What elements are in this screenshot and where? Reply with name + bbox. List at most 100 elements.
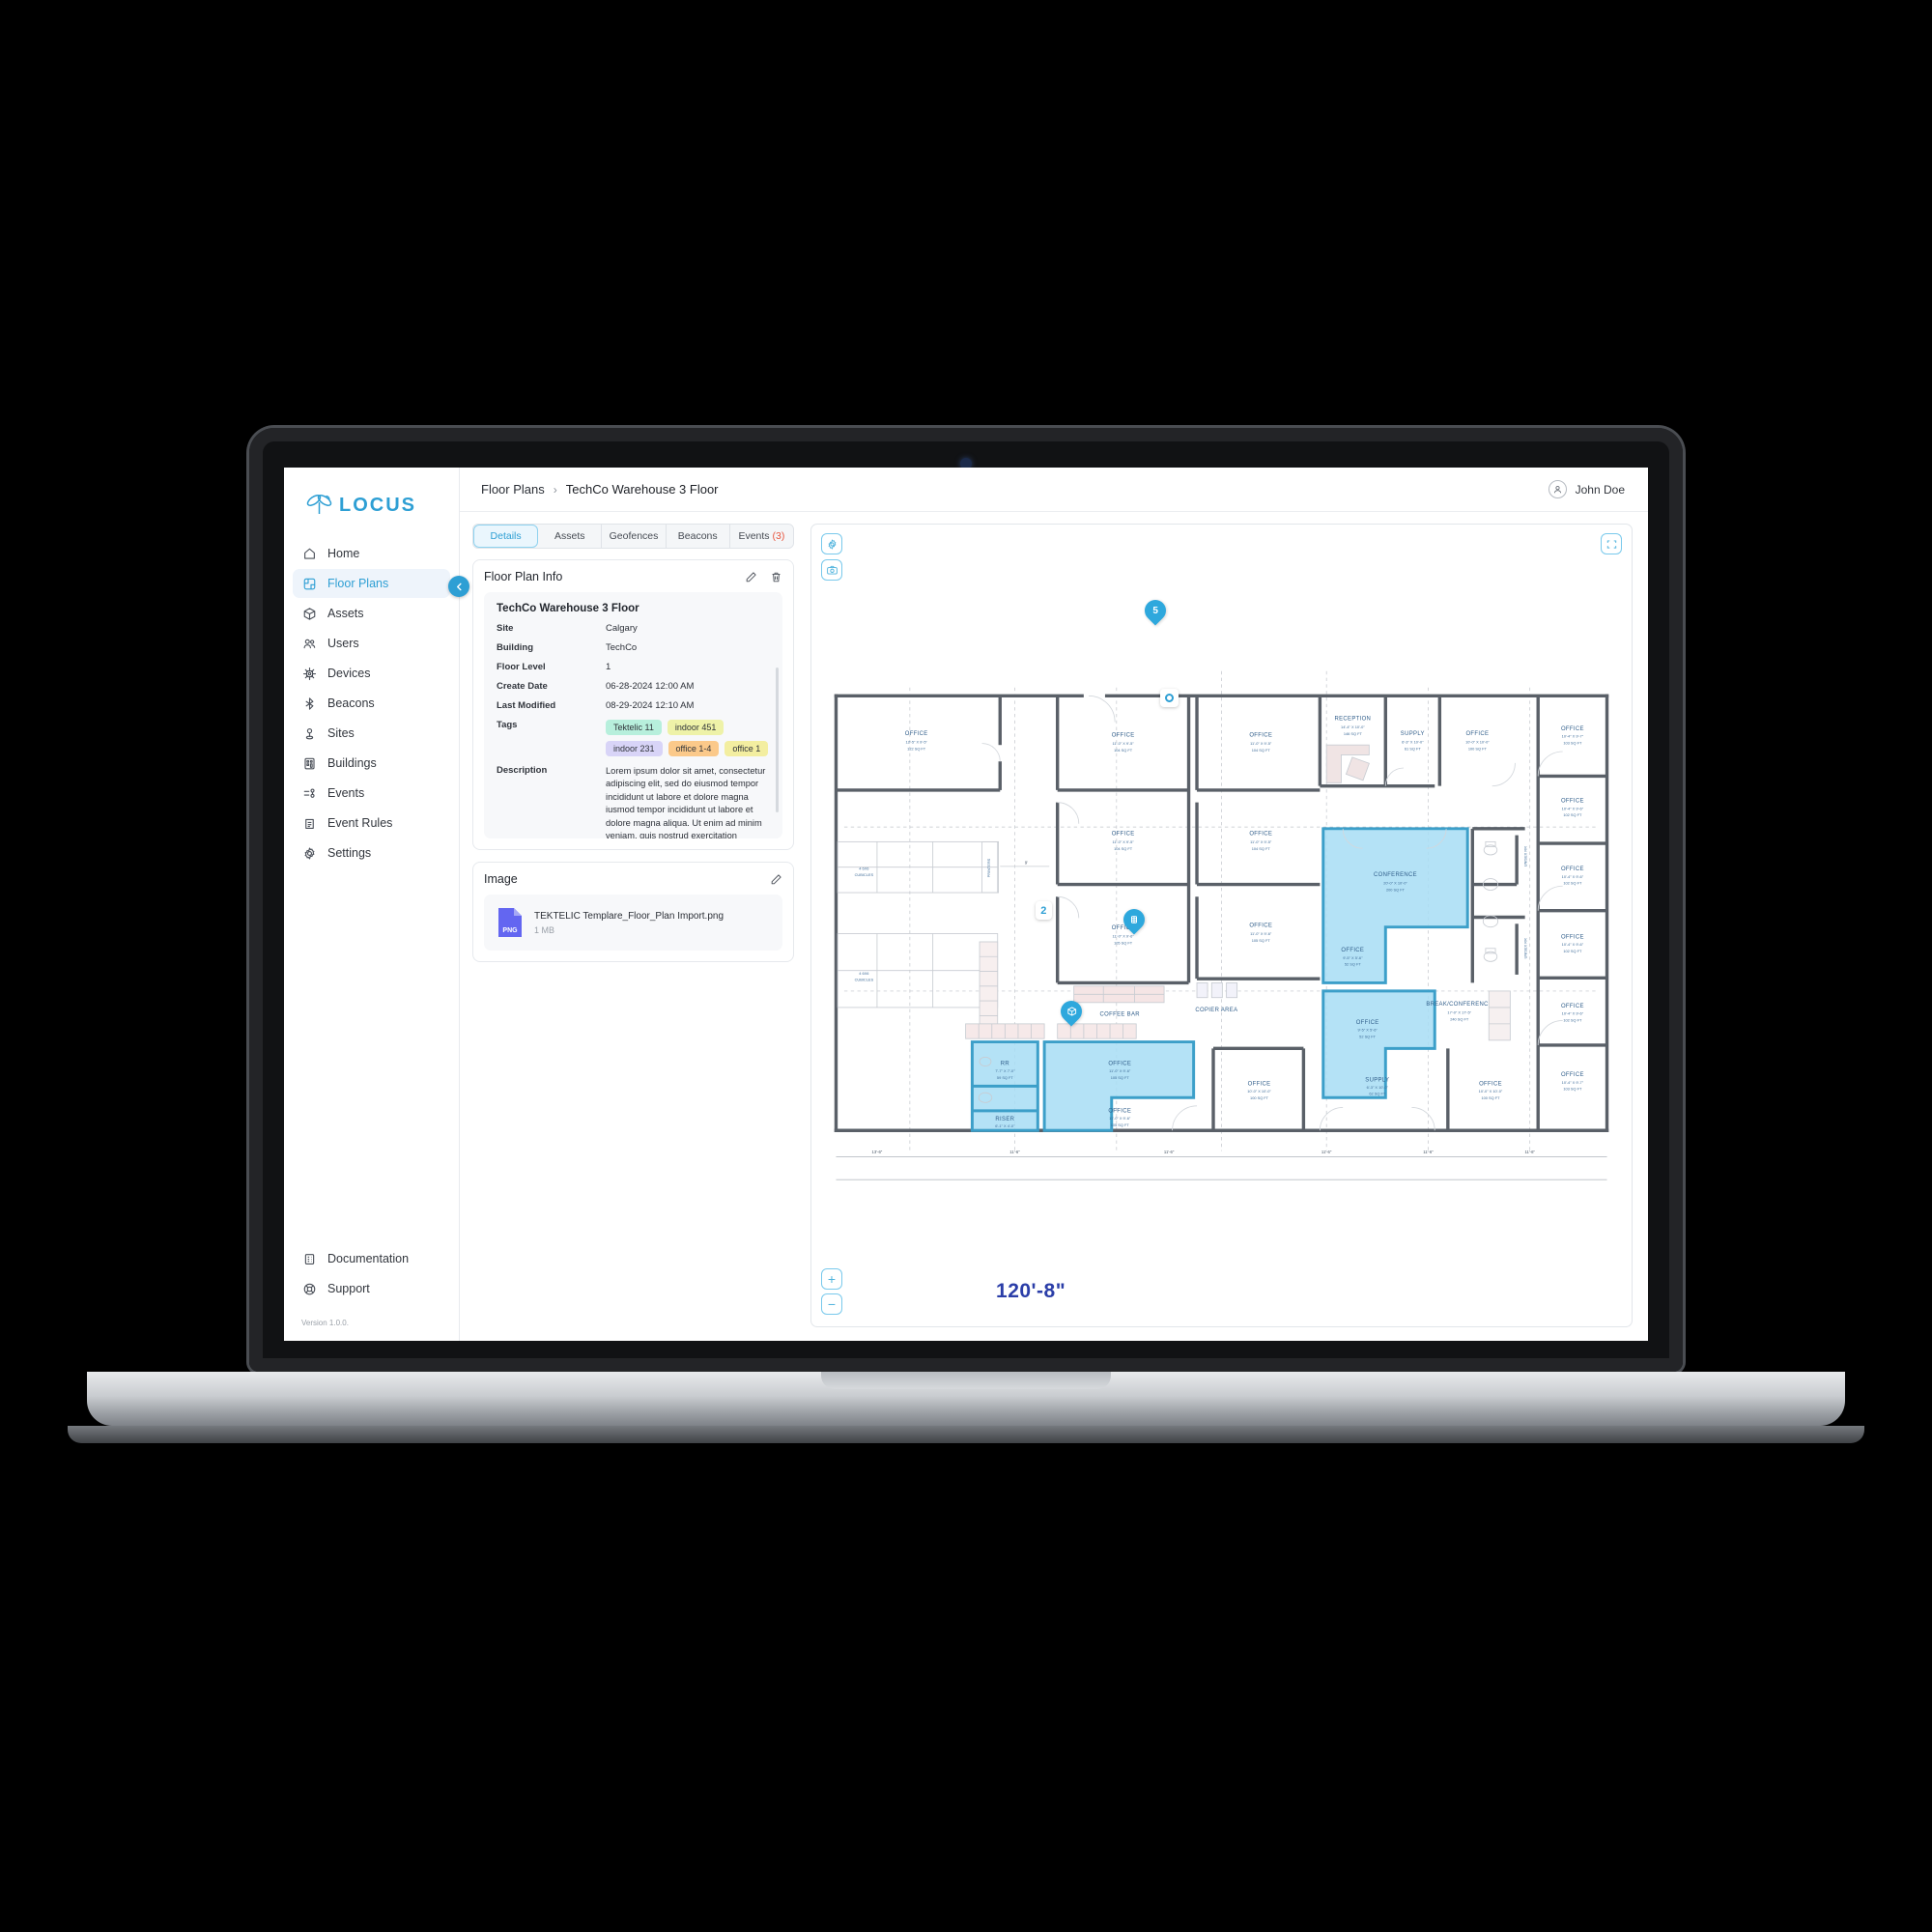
svg-text:102 SQ FT: 102 SQ FT bbox=[1563, 881, 1582, 886]
brand-logo[interactable]: LOCUS bbox=[284, 468, 459, 535]
sidebar-collapse-button[interactable] bbox=[448, 576, 469, 597]
png-label: PNG bbox=[502, 927, 518, 934]
floor-plan-viewer[interactable]: + − .w { stroke:#5a6068; stroke-width:4;… bbox=[810, 524, 1633, 1327]
version-label: Version 1.0.0. bbox=[301, 1319, 349, 1327]
svg-text:UNISEX RR: UNISEX RR bbox=[1522, 846, 1527, 867]
scrollbar-thumb[interactable] bbox=[776, 668, 779, 812]
svg-text:10'-0" X 10'-0": 10'-0" X 10'-0" bbox=[1247, 1089, 1271, 1094]
svg-text:102 SQ FT: 102 SQ FT bbox=[1563, 949, 1582, 953]
sidebar-item-event-rules[interactable]: Event Rules bbox=[293, 809, 450, 838]
sidebar-item-label: Documentation bbox=[327, 1252, 410, 1265]
field-key: Description bbox=[497, 765, 548, 776]
description-text: Lorem ipsum dolor sit amet, consectetur … bbox=[606, 766, 766, 838]
svg-text:OFFICE: OFFICE bbox=[1561, 726, 1584, 732]
tab-assets[interactable]: Assets bbox=[538, 525, 603, 548]
card-actions bbox=[745, 571, 782, 583]
svg-text:61 SQ FT: 61 SQ FT bbox=[1405, 746, 1421, 751]
pencil-icon[interactable] bbox=[770, 873, 782, 886]
svg-text:OFFICE: OFFICE bbox=[1341, 948, 1364, 953]
svg-text:104 SQ FT: 104 SQ FT bbox=[1252, 846, 1271, 851]
info-row-tags: Tags Tektelic 11 indoor 451 indoor 231 o… bbox=[497, 720, 770, 756]
svg-text:11'-0" X 9'-5": 11'-0" X 9'-5" bbox=[1113, 741, 1135, 746]
sidebar-item-sites[interactable]: Sites bbox=[293, 719, 450, 748]
svg-text:104 SQ FT: 104 SQ FT bbox=[1114, 846, 1133, 851]
sidebar-item-support[interactable]: Support bbox=[293, 1274, 450, 1303]
tab-beacons[interactable]: Beacons bbox=[666, 525, 730, 548]
screenshot-stage: LOCUS Home Floor Plans Assets Users Devi… bbox=[0, 0, 1932, 1932]
map-settings-button[interactable] bbox=[821, 533, 842, 554]
svg-text:OFFICE: OFFICE bbox=[1108, 1109, 1131, 1115]
attached-file-row[interactable]: PNG TEKTELIC Templare_Floor_Plan Import.… bbox=[484, 895, 782, 951]
tag-chip[interactable]: indoor 231 bbox=[606, 741, 663, 756]
map-fullscreen-button[interactable] bbox=[1601, 533, 1622, 554]
marker-geofence-0[interactable] bbox=[1159, 689, 1179, 708]
svg-text:CUBICLES: CUBICLES bbox=[855, 978, 874, 982]
tag-chip[interactable]: Tektelic 11 bbox=[606, 720, 662, 735]
sidebar-item-label: Events bbox=[327, 786, 365, 800]
sidebar-item-label: Devices bbox=[327, 667, 371, 680]
sidebar-item-devices[interactable]: Devices bbox=[293, 659, 450, 688]
chevron-right-icon: › bbox=[553, 482, 557, 497]
svg-text:11'-0" X 9'-5": 11'-0" X 9'-5" bbox=[1250, 839, 1272, 844]
sidebar-item-label: Assets bbox=[327, 607, 364, 620]
svg-text:11'-0" X 9'-6": 11'-0" X 9'-6" bbox=[1109, 1116, 1131, 1121]
svg-text:103 SQ FT: 103 SQ FT bbox=[1563, 740, 1582, 745]
svg-text:OFFICE: OFFICE bbox=[1479, 1082, 1502, 1088]
svg-text:10'-4" X 9'-6": 10'-4" X 9'-6" bbox=[1562, 1011, 1584, 1016]
svg-text:20'-0" X 10'-0": 20'-0" X 10'-0" bbox=[1383, 881, 1407, 886]
sidebar-item-buildings[interactable]: Buildings bbox=[293, 749, 450, 778]
field-value: Calgary bbox=[606, 623, 638, 634]
zoom-out-button[interactable]: − bbox=[821, 1293, 842, 1315]
svg-text:52 SQ FT: 52 SQ FT bbox=[1345, 962, 1361, 967]
svg-text:CUBICLES: CUBICLES bbox=[855, 872, 874, 877]
info-row-description: Description Lorem ipsum dolor sit amet, … bbox=[497, 765, 770, 838]
tag-chip[interactable]: indoor 451 bbox=[667, 720, 724, 735]
svg-text:59 SQ FT: 59 SQ FT bbox=[997, 1075, 1013, 1080]
sidebar-item-settings[interactable]: Settings bbox=[293, 838, 450, 867]
svg-text:BREAK/CONFERENCE: BREAK/CONFERENCE bbox=[1426, 1002, 1492, 1008]
avatar-icon bbox=[1548, 480, 1567, 498]
svg-text:17'-0" X 17'-5": 17'-0" X 17'-5" bbox=[1447, 1010, 1471, 1015]
zoom-controls: + − bbox=[821, 1268, 842, 1315]
sidebar-nav: Home Floor Plans Assets Users Devices Be… bbox=[284, 535, 459, 867]
breadcrumb-parent[interactable]: Floor Plans bbox=[481, 482, 545, 497]
svg-text:OFFICE: OFFICE bbox=[1561, 799, 1584, 805]
tag-chip[interactable]: office 1 bbox=[724, 741, 769, 756]
tab-geofences[interactable]: Geofences bbox=[602, 525, 667, 548]
user-menu[interactable]: John Doe bbox=[1548, 480, 1625, 498]
sidebar: LOCUS Home Floor Plans Assets Users Devi… bbox=[284, 468, 469, 1341]
svg-text:9'-5" X 5'-6": 9'-5" X 5'-6" bbox=[1343, 955, 1363, 960]
marker-asset-package[interactable] bbox=[1056, 996, 1087, 1027]
marker-count-2[interactable]: 2 bbox=[1035, 901, 1052, 921]
sidebar-item-floor-plans[interactable]: Floor Plans bbox=[293, 569, 450, 598]
sidebar-item-events[interactable]: Events bbox=[293, 779, 450, 808]
svg-text:200 SQ FT: 200 SQ FT bbox=[1386, 887, 1406, 892]
sidebar-item-assets[interactable]: Assets bbox=[293, 599, 450, 628]
svg-text:OFFICE: OFFICE bbox=[1249, 832, 1272, 838]
tab-label: Details bbox=[490, 530, 522, 542]
sidebar-item-home[interactable]: Home bbox=[293, 539, 450, 568]
png-file-icon: PNG bbox=[497, 906, 524, 939]
sidebar-item-users[interactable]: Users bbox=[293, 629, 450, 658]
pencil-icon[interactable] bbox=[745, 571, 757, 583]
zoom-in-button[interactable]: + bbox=[821, 1268, 842, 1290]
svg-text:COPIER AREA: COPIER AREA bbox=[1195, 1008, 1237, 1013]
svg-text:11'-6": 11'-6" bbox=[1423, 1150, 1434, 1154]
svg-text:OFFICE: OFFICE bbox=[1356, 1020, 1379, 1026]
bluetooth-icon bbox=[301, 696, 317, 711]
map-screenshot-button[interactable] bbox=[821, 559, 842, 581]
locus-logo-icon bbox=[305, 493, 334, 518]
floor-plan-canvas[interactable]: .w { stroke:#5a6068; stroke-width:4; } .… bbox=[811, 525, 1632, 1326]
svg-text:UNISEX RR: UNISEX RR bbox=[1522, 938, 1527, 958]
marker-asset-device[interactable] bbox=[1119, 904, 1150, 935]
field-key: Floor Level bbox=[497, 662, 546, 672]
sidebar-item-beacons[interactable]: Beacons bbox=[293, 689, 450, 718]
svg-text:OFFICE: OFFICE bbox=[1561, 867, 1584, 872]
svg-text:62 SQ FT: 62 SQ FT bbox=[1369, 1092, 1385, 1096]
marker-count-5[interactable]: 5 bbox=[1140, 595, 1171, 626]
tab-events[interactable]: Events (3) bbox=[729, 525, 793, 548]
trash-icon[interactable] bbox=[770, 571, 782, 583]
sidebar-item-documentation[interactable]: Documentation bbox=[293, 1244, 450, 1273]
tab-details[interactable]: Details bbox=[473, 525, 539, 548]
tag-chip[interactable]: office 1-4 bbox=[668, 741, 720, 756]
